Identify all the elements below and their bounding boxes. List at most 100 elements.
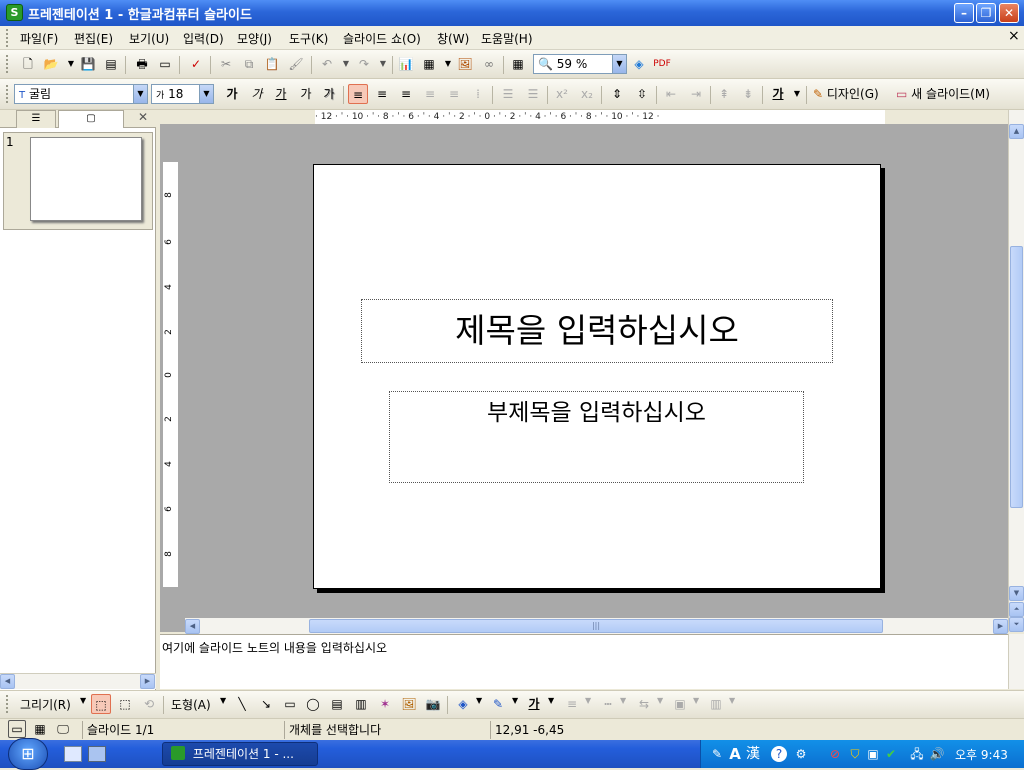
line-spacing-increase-icon[interactable]: ⇕ [607,84,627,104]
table-icon[interactable]: ▦ [419,54,439,74]
preview-icon[interactable]: ▭ [155,54,175,74]
redo-dropdown-icon[interactable]: ▼ [373,54,393,74]
scroll-up-icon[interactable]: ▲ [1009,124,1024,139]
close-button[interactable]: ✕ [999,3,1019,23]
normal-view-icon[interactable]: ▭ [8,720,26,738]
slideshow-view-icon[interactable]: 🖵 [54,720,72,738]
horizontal-scroll-thumb[interactable]: ||| [309,619,883,633]
3d-dropdown-icon[interactable]: ▼ [729,696,735,705]
bold-button[interactable]: 가 [222,84,242,104]
vertical-ruler[interactable]: 8 6 4 2 0 2 4 6 8 [163,162,178,587]
line-style-dropdown-icon[interactable]: ▼ [585,696,591,705]
tab-outline[interactable]: ☰ [16,110,56,128]
new-slide-button[interactable]: ▭ 새 슬라이드(M) [896,85,1006,105]
menu-view[interactable]: 보기(U) [129,30,169,47]
pdf-export-icon[interactable]: PDF [652,54,672,74]
clock[interactable]: 오후 9:43 [955,746,1008,763]
wordart-icon[interactable]: ✶ [375,694,395,714]
ellipse-icon[interactable]: ◯ [303,694,323,714]
new-document-icon[interactable]: 🗋 [18,54,38,74]
rotate-icon[interactable]: ⟲ [139,694,159,714]
redo-icon[interactable]: ↷ [354,54,374,74]
design-button[interactable]: ✎ 디자인(G) [813,85,893,105]
spellcheck-icon[interactable]: ✓ [186,54,206,74]
document-close-icon[interactable]: × [1008,28,1020,44]
underline-button[interactable]: 가 [271,84,291,104]
notes-scrollbar[interactable] [1008,634,1024,689]
text-color-dropdown-icon[interactable]: ▼ [548,696,554,705]
panel-scroll-right-icon[interactable]: ▶ [140,674,155,689]
panel-scroll-left-icon[interactable]: ◀ [0,674,15,689]
security-block-icon[interactable]: ⊘ [827,746,843,762]
vertical-scroll-thumb[interactable] [1010,246,1023,508]
vertical-text-icon[interactable]: ⁞ [468,84,488,104]
slide-thumbnail-item[interactable]: 1 [3,132,153,230]
undo-icon[interactable]: ↶ [317,54,337,74]
horizontal-ruler[interactable]: · 12 · ˈ · 10 · ˈ · 8 · ˈ · 6 · ˈ · 4 · … [315,110,885,124]
update-icon[interactable]: ✔ [883,746,899,762]
ime-tool-icon[interactable]: ✎ [709,746,725,762]
toolbar-grip[interactable] [6,55,10,73]
bullets-icon[interactable]: ☰ [523,84,543,104]
italic-button[interactable]: 가 [247,84,267,104]
volume-icon[interactable]: 🔊 [929,746,945,762]
font-color-dropdown-icon[interactable]: ▼ [787,84,807,104]
format-painter-icon[interactable]: 🖌 [286,54,306,74]
superscript-icon[interactable]: x² [552,84,572,104]
restore-button[interactable]: ❐ [976,3,996,23]
shadow-button[interactable]: 가 [319,84,339,104]
save-as-icon[interactable]: ▤ [101,54,121,74]
switch-windows-icon[interactable] [88,746,106,762]
indent-decrease-icon[interactable]: ⇥ [686,84,706,104]
undo-dropdown-icon[interactable]: ▼ [336,54,356,74]
align-left-icon[interactable]: ≡ [348,84,368,104]
font-size-dropdown-icon[interactable]: ▼ [199,85,213,103]
network-icon[interactable]: 🖧 [909,746,925,762]
dash-style-dropdown-icon[interactable]: ▼ [620,696,626,705]
cut-icon[interactable]: ✂ [216,54,236,74]
multi-select-icon[interactable]: ⬚ [115,694,135,714]
menu-window[interactable]: 창(W) [437,30,469,47]
font-color-button[interactable]: 가 [768,84,788,104]
menubar-grip[interactable] [6,29,10,47]
subtitle-placeholder[interactable]: 부제목을 입력하십시오 [389,391,804,483]
font-name-combo[interactable]: T 굴림 ▼ [14,84,148,104]
ime-mode-icon[interactable]: A [727,746,743,762]
distribute-icon[interactable]: ≡ [444,84,464,104]
notes-placeholder[interactable]: 여기에 슬라이드 노트의 내용을 입력하십시오 [162,639,387,656]
scroll-down-icon[interactable]: ▼ [1009,586,1024,601]
outline-button[interactable]: 가 [296,84,316,104]
line-style-icon[interactable]: ≡ [562,694,582,714]
line-icon[interactable]: ╲ [232,694,252,714]
link-icon[interactable]: ∞ [479,54,499,74]
arrow-style-icon[interactable]: ⇆ [634,694,654,714]
toolbar-grip[interactable] [6,85,10,103]
insert-image-icon[interactable]: 🖼 [455,54,475,74]
menu-format[interactable]: 모양(J) [237,30,272,47]
3d-icon[interactable]: ▥ [706,694,726,714]
rectangle-icon[interactable]: ▭ [280,694,300,714]
numbering-icon[interactable]: ☰ [498,84,518,104]
text-color-button[interactable]: 가 [524,694,544,714]
scroll-right-icon[interactable]: ▶ [993,619,1008,634]
menu-edit[interactable]: 편집(E) [74,30,113,47]
slide-thumbnail[interactable] [30,137,142,221]
network-monitor-icon[interactable]: ▣ [865,746,881,762]
tab-slides[interactable]: ▢ [58,110,124,128]
ime-options-icon[interactable]: ⚙ [793,746,809,762]
align-center-icon[interactable]: ≡ [372,84,392,104]
arrow-style-dropdown-icon[interactable]: ▼ [657,696,663,705]
open-folder-icon[interactable]: 📂 [41,54,61,74]
copy-icon[interactable]: ⧉ [239,54,259,74]
slide-canvas[interactable]: 제목을 입력하십시오 부제목을 입력하십시오 [313,164,881,589]
slide-sorter-view-icon[interactable]: ▦ [31,720,49,738]
menu-insert[interactable]: 입력(D) [183,30,224,47]
app-icon[interactable]: S [6,4,23,21]
menu-file[interactable]: 파일(F) [20,30,58,47]
indent-increase-icon[interactable]: ⇤ [661,84,681,104]
title-bar[interactable]: S 프레젠테이션 1 - 한글과컴퓨터 슬라이드 – ❐ ✕ [0,0,1024,26]
textbox-icon[interactable]: ▤ [327,694,347,714]
paragraph-spacing-down-icon[interactable]: ⇟ [738,84,758,104]
save-icon[interactable]: 💾 [78,54,98,74]
justify-icon[interactable]: ≡ [420,84,440,104]
